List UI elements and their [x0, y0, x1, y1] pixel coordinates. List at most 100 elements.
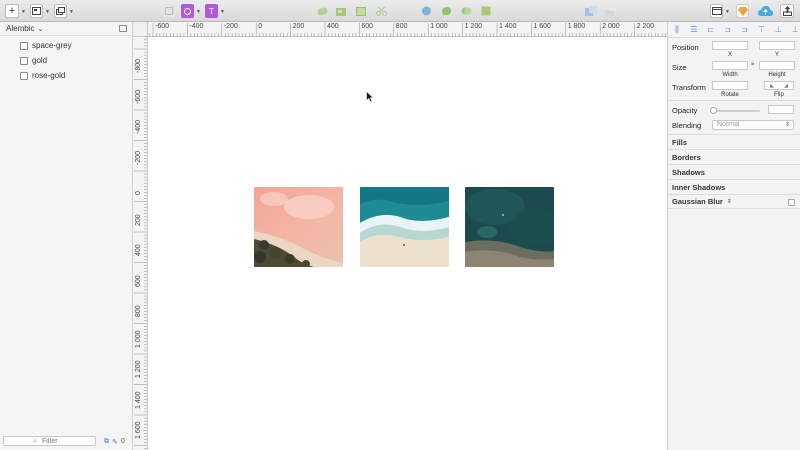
ruler-label: 1 400 [499, 23, 517, 30]
layer-filter-field[interactable]: ⌕ [3, 436, 96, 446]
ruler-label: 200 [135, 213, 142, 226]
ruler-label: 600 [361, 23, 374, 30]
inner-shadows-section[interactable]: Inner Shadows [668, 179, 800, 194]
borders-section[interactable]: Borders [668, 149, 800, 164]
ruler-label: 1 200 [464, 23, 483, 30]
intersect-icon [355, 6, 366, 16]
blending-select[interactable]: Normal ⇕ [712, 120, 794, 130]
flip-vertical-icon[interactable]: ◢ [784, 83, 788, 89]
vertical-ruler[interactable]: -800 -600 -400 -200 0 200 400 600 800 1 000 1 200 1… [133, 37, 148, 450]
opacity-slider[interactable] [710, 107, 760, 114]
circle-icon [421, 6, 431, 16]
artboard-layer-icon [20, 41, 28, 50]
artboard-layer-icon [20, 71, 28, 80]
ruler-label: 400 [327, 23, 339, 30]
insert-button[interactable]: + [5, 4, 19, 18]
gaussian-blur-section[interactable]: Gaussian Blur ⇕ [668, 194, 800, 209]
backward-button[interactable] [440, 4, 452, 18]
layer-item[interactable]: space-grey [0, 38, 132, 53]
artboard-button[interactable] [30, 4, 43, 18]
forward-button[interactable] [420, 4, 432, 18]
distribute-horizontal-icon[interactable]: ⫼ [672, 25, 682, 34]
align-bottom-icon[interactable]: ⊥ [790, 25, 800, 34]
artboard-icon [32, 7, 41, 15]
layer-list-panel: Alembic ⌄ space-grey gold rose-gold ⌕ ⧉ … [0, 22, 133, 450]
layer-label: rose-gold [32, 71, 66, 80]
height-field[interactable] [759, 61, 795, 70]
layer-label: space-grey [32, 41, 72, 50]
scissors-icon [375, 6, 387, 16]
align-middle-icon[interactable]: ⊥ [773, 25, 783, 34]
align-center-icon[interactable]: ⊐ [723, 25, 733, 34]
artboard-rose-gold[interactable] [254, 187, 343, 267]
chevron-down-icon: ▼ [220, 9, 225, 15]
mirror-icon [584, 6, 597, 16]
sidebar-icon [711, 7, 722, 15]
horizontal-ruler[interactable]: -600 -400 -200 0 200 400 600 800 1 000 1 200 1 400… [133, 22, 667, 37]
align-top-icon[interactable]: ⊤ [756, 25, 766, 34]
chevron-down-icon: ▼ [45, 9, 50, 15]
artboard-layer-icon [20, 56, 28, 65]
ruler-corner [133, 22, 148, 37]
flip-buttons[interactable]: ◣ ◢ [764, 81, 794, 90]
difference-button[interactable] [375, 4, 387, 18]
layers-icon [56, 7, 65, 15]
text-styles-button[interactable]: T [205, 4, 218, 18]
cloud-button[interactable] [757, 4, 773, 18]
chevron-down-icon: ▼ [725, 9, 730, 15]
symbol-create-icon [184, 7, 191, 15]
y-field[interactable] [759, 41, 795, 50]
align-right-icon[interactable]: ⊐ [740, 25, 750, 34]
slider-knob[interactable] [710, 107, 717, 114]
add-page-icon[interactable] [119, 25, 127, 32]
symbols-filter-icon[interactable]: ⧉ [104, 438, 109, 446]
ruler-label: 1 600 [135, 421, 142, 439]
mirror-button[interactable] [584, 4, 597, 18]
fills-section[interactable]: Fills [668, 134, 800, 149]
layers-button[interactable] [54, 4, 67, 18]
page-selector[interactable]: Alembic ⌄ [0, 22, 132, 36]
intersect-button[interactable] [355, 4, 367, 18]
filter-input[interactable] [32, 437, 92, 445]
layer-item[interactable]: rose-gold [0, 68, 132, 83]
ruler-label: -800 [135, 58, 142, 73]
view-button[interactable] [710, 4, 723, 18]
subtract-button[interactable] [335, 4, 347, 18]
ruler-label: 1 000 [430, 23, 448, 30]
width-field[interactable] [712, 61, 748, 70]
scale-button[interactable] [480, 4, 492, 18]
lock-icon[interactable]: 🔒︎ [751, 61, 754, 68]
transform-row: Transform ◣ ◢ Rotate Flip [668, 78, 800, 100]
current-page-name: Alembic [6, 24, 35, 33]
create-symbol-button[interactable] [181, 4, 194, 18]
align-left-icon[interactable]: ⊏ [706, 25, 716, 34]
text-icon: T [209, 6, 214, 16]
blur-toggle-checkbox[interactable] [788, 199, 795, 206]
opacity-field[interactable] [768, 105, 794, 114]
export-button[interactable] [780, 4, 794, 18]
union-button[interactable] [316, 4, 328, 18]
flip-horizontal-icon[interactable]: ◣ [770, 83, 774, 89]
pink-beach-image [254, 187, 343, 267]
symbol-button[interactable] [163, 4, 175, 18]
slice-filter-icon[interactable]: ✎ [112, 438, 118, 446]
distribute-vertical-icon[interactable]: ☰ [689, 25, 699, 34]
rotate-field[interactable] [712, 81, 748, 90]
mask-button[interactable] [460, 4, 472, 18]
ruler-label: -400 [135, 119, 142, 134]
chevron-updown-icon[interactable]: ⇕ [727, 198, 732, 205]
blending-value: Normal [717, 121, 740, 128]
sketch-button[interactable] [736, 4, 749, 18]
artboard-space-grey[interactable] [465, 187, 554, 267]
ruler-label: 1 800 [567, 23, 586, 30]
x-field[interactable] [712, 41, 748, 50]
section-title: Gaussian Blur [672, 197, 723, 206]
blob-icon [441, 7, 451, 15]
layer-item[interactable]: gold [0, 53, 132, 68]
section-title: Borders [672, 152, 701, 162]
shadows-section[interactable]: Shadows [668, 164, 800, 179]
cloud-share-button[interactable] [603, 4, 616, 18]
canvas[interactable] [149, 37, 667, 450]
ruler-label: 400 [135, 244, 142, 256]
artboard-gold[interactable] [360, 187, 449, 267]
